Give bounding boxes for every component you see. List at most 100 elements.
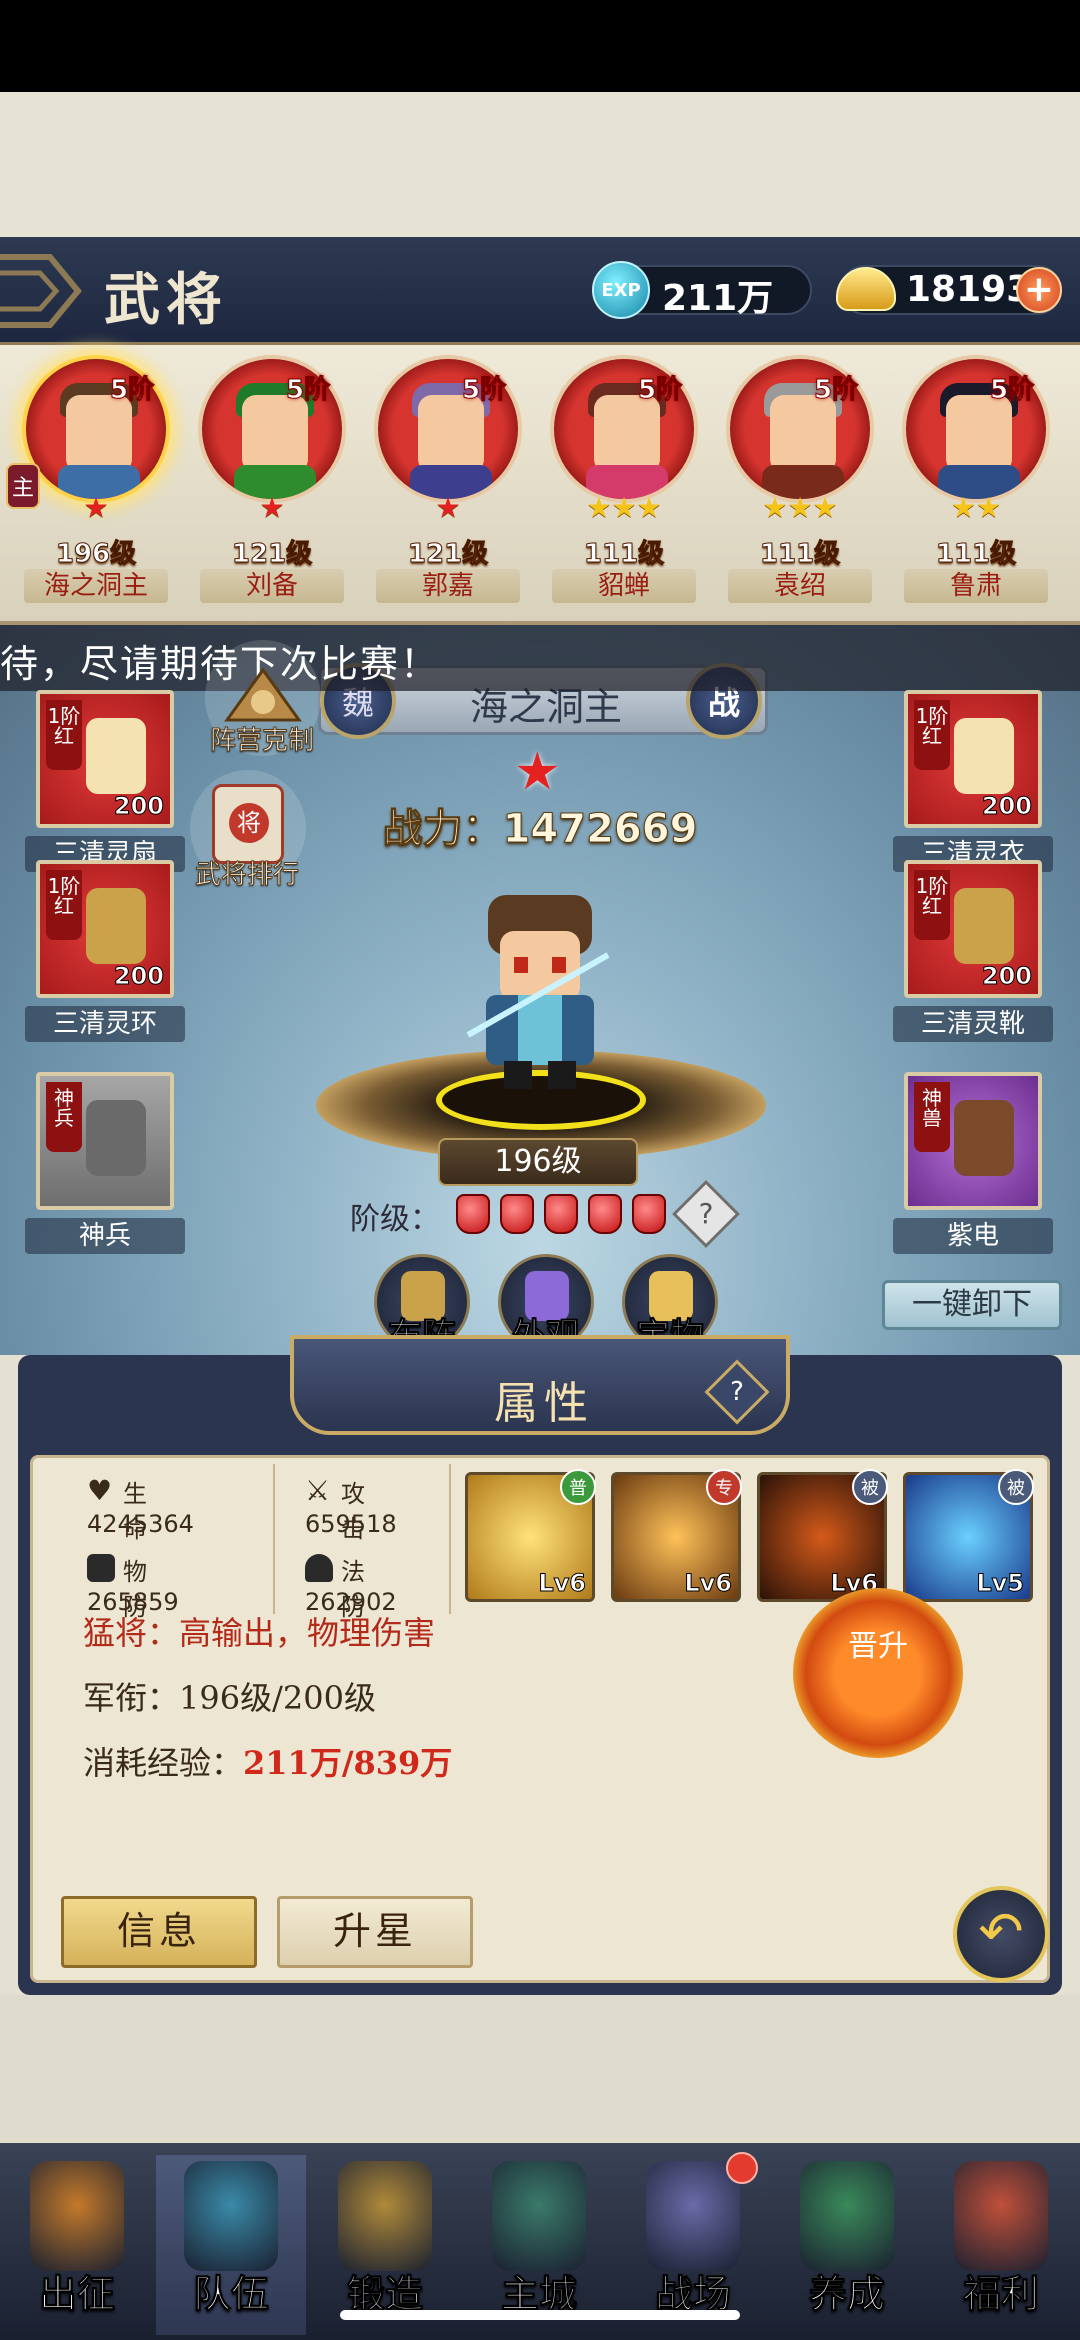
battlefield-icon (646, 2161, 740, 2271)
unequip-all-button[interactable]: 一键卸下 (882, 1280, 1062, 1330)
stats-box: ♥ 生命 4245364 ⚔ 攻击 659518 物防 265859 法防 26… (47, 1470, 447, 1630)
stats-divider (273, 1464, 275, 1614)
exp-cost: 消耗经验：211万/839万 (83, 1738, 452, 1784)
help-icon: ? (730, 1377, 744, 1407)
stats-divider (449, 1464, 451, 1614)
hero-face (66, 395, 132, 473)
equipment-tier-badge: 1阶红 (46, 870, 82, 940)
nav-label: 养成 (808, 2271, 885, 2317)
skill-icon[interactable]: 专 Lv6 (611, 1469, 742, 1602)
equipment-tier-badge: 神兵 (46, 1082, 82, 1152)
equipment-level: 200 (113, 792, 164, 821)
hero-sprite[interactable] (448, 885, 632, 1095)
skill-icon[interactable]: 被 Lv5 (903, 1469, 1034, 1602)
exp-value: 211万 (662, 278, 774, 319)
nav-expedition[interactable]: 出征 (2, 2155, 152, 2335)
equipment-tier-badge: 1阶红 (914, 870, 950, 940)
hero-name: 刘备 (200, 569, 344, 603)
hero-stars: ★ (435, 491, 461, 524)
home-indicator[interactable] (340, 2310, 740, 2320)
exp-icon: EXP (592, 261, 650, 319)
cultivate-icon (800, 2161, 894, 2271)
hero-stars: ★★★ (762, 491, 838, 524)
hero-rank: 5阶 (637, 375, 683, 406)
equipment-tier-badge: 1阶红 (46, 700, 82, 770)
marquee-banner: 待，尽请期待下次比赛！ (0, 625, 1080, 691)
hero-face (770, 395, 836, 473)
notification-dot (726, 2152, 758, 2184)
nav-welfare[interactable]: 福利 (926, 2155, 1076, 2335)
skill-type-badge: 被 (852, 1469, 888, 1505)
hero-card[interactable]: 5阶 ★ 121级 刘备 (190, 355, 350, 617)
hero-face (594, 395, 660, 473)
equipment-slot[interactable]: 神兵 (36, 1072, 174, 1210)
attribute-content: ♥ 生命 4245364 ⚔ 攻击 659518 物防 265859 法防 26… (30, 1455, 1050, 1983)
skill-level: Lv6 (538, 1569, 587, 1598)
hero-star-icon: ★ (514, 742, 561, 802)
equipment-art-icon (954, 888, 1014, 964)
ranking-badge: 将 (229, 803, 269, 843)
equipment-label: 紫电 (893, 1218, 1053, 1254)
welfare-icon (954, 2161, 1048, 2271)
back-button[interactable]: ↶ (953, 1886, 1049, 1982)
hero-rank: 5阶 (813, 375, 859, 406)
hero-rank: 5阶 (109, 375, 155, 406)
city-icon (492, 2161, 586, 2271)
equipment-slot[interactable]: 1阶红 200 (36, 860, 174, 998)
hero-card[interactable]: 5阶 ★★★ 111级 貂蝉 (542, 355, 702, 617)
skill-icon[interactable]: 被 Lv6 (757, 1469, 888, 1602)
grade-gem-icon (588, 1194, 622, 1234)
star-up-tab-button[interactable]: 升星 (277, 1896, 473, 1968)
skill-icon[interactable]: 普 Lv6 (465, 1469, 596, 1602)
hero-stars: ★★ (950, 491, 1002, 524)
help-icon: ? (698, 1197, 714, 1230)
nav-label: 队伍 (192, 2271, 269, 2317)
grade-gem-icon (544, 1194, 578, 1234)
hero-rank: 5阶 (285, 375, 331, 406)
equipment-slot[interactable]: 1阶红 200 (904, 690, 1042, 828)
hero-card[interactable]: 5阶 ★★ 111级 鲁肃 (894, 355, 1054, 617)
hero-stars: ★ (259, 491, 285, 524)
promote-button[interactable]: 晋升 (793, 1588, 963, 1758)
nav-label: 出征 (38, 2271, 115, 2317)
team-icon (184, 2161, 278, 2271)
hero-ranking-button[interactable]: 将 武将排行 (190, 770, 306, 891)
hero-rank: 5阶 (989, 375, 1035, 406)
nav-city[interactable]: 主城 (464, 2155, 614, 2335)
nav-team[interactable]: 队伍 (156, 2155, 306, 2335)
nav-label: 福利 (962, 2271, 1039, 2317)
formation-counter-button[interactable]: 阵营克制 (205, 640, 321, 757)
info-tab-button[interactable]: 信息 (61, 1896, 257, 1968)
hero-level: 111级 (759, 539, 841, 570)
back-arrow-icon: ↶ (978, 1900, 1024, 1963)
gold-ingot-icon (836, 267, 896, 311)
grade-gem-icon (500, 1194, 534, 1234)
hero-card[interactable]: 5阶 ★ 121级 郭嘉 (366, 355, 526, 617)
page-title: 武将 (104, 267, 228, 333)
hero-card[interactable]: 5阶 ★★★ 111级 袁绍 (718, 355, 878, 617)
hero-name: 海之洞主 (24, 569, 168, 603)
hero-name: 袁绍 (728, 569, 872, 603)
hero-roster: 5阶 ★ 196级 海之洞主 5阶 ★ 121级 刘备 5阶 ★ 121级 郭嘉 5阶 ★★★ 111级 貂蝉… (0, 345, 1080, 625)
skill-level: Lv6 (684, 1569, 733, 1598)
exp-cost-label: 消耗经验： (83, 1744, 244, 1782)
power-label: 战力： (382, 806, 503, 853)
equipment-label: 三清灵环 (25, 1006, 185, 1042)
nav-cultivate[interactable]: 养成 (772, 2155, 922, 2335)
equipment-slot[interactable]: 1阶红 200 (904, 860, 1042, 998)
header-ornament-icon (0, 254, 82, 328)
add-gold-button[interactable]: + (1016, 267, 1062, 313)
hero-level: 121级 (407, 539, 489, 570)
hero-face (946, 395, 1012, 473)
status-bar (0, 0, 1080, 92)
power-value: 1472669 (502, 806, 698, 853)
equipment-level: 200 (113, 962, 164, 991)
equipment-slot[interactable]: 神兽 (904, 1072, 1042, 1210)
nav-forge[interactable]: 锻造 (310, 2155, 460, 2335)
hero-type-description: 猛将：高输出，物理伤害 (83, 1614, 436, 1652)
hero-level: 121级 (231, 539, 313, 570)
equipment-slot[interactable]: 1阶红 200 (36, 690, 174, 828)
military-rank: 军衔：196级/200级 (83, 1679, 376, 1717)
armor-icon (87, 1554, 115, 1582)
grade-gem-icon (632, 1194, 666, 1234)
